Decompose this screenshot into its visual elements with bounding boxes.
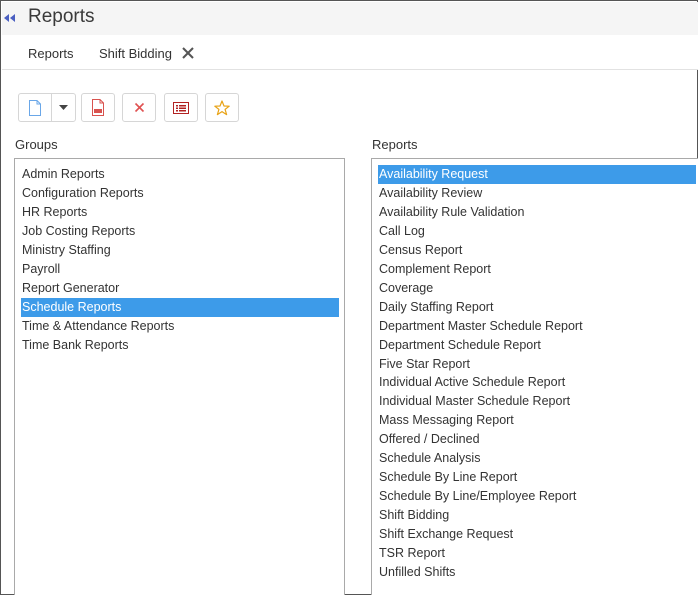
page-title: Reports [28, 6, 95, 27]
group-list-item[interactable]: Job Costing Reports [21, 222, 339, 241]
report-list-item[interactable]: Shift Exchange Request [378, 525, 696, 544]
report-list-item[interactable]: Schedule By Line Report [378, 468, 696, 487]
group-list-item[interactable]: Report Generator [21, 279, 339, 298]
report-list-item[interactable]: Shift Bidding [378, 506, 696, 525]
group-list-item[interactable]: Schedule Reports [21, 297, 339, 317]
reports-list[interactable]: Availability Request Availability Review A… [371, 158, 698, 595]
group-list-item[interactable]: HR Reports [21, 203, 339, 222]
report-list-item[interactable]: Census Report [378, 241, 696, 260]
double-chevron-left-icon[interactable] [3, 11, 17, 25]
report-list-item[interactable]: Offered / Declined [378, 430, 696, 449]
tab-reports[interactable]: Reports [28, 46, 74, 61]
report-list-item[interactable]: Mass Messaging Report [378, 411, 696, 430]
report-list-item[interactable]: Unfilled Shifts [378, 563, 696, 582]
title-bar: Reports [2, 2, 698, 35]
group-list-item[interactable]: Configuration Reports [21, 184, 339, 203]
export-pdf-button[interactable] [81, 93, 115, 122]
report-list-item[interactable]: Availability Review [378, 184, 696, 203]
report-list-item[interactable]: Availability Rule Validation [378, 203, 696, 222]
new-report-dropdown-button[interactable] [52, 94, 75, 121]
group-list-item[interactable]: Time & Attendance Reports [21, 317, 339, 336]
new-document-icon [29, 99, 41, 116]
reports-label: Reports [372, 137, 418, 152]
list-view-button[interactable] [164, 93, 198, 122]
delete-button[interactable] [122, 93, 156, 122]
pdf-icon [92, 99, 104, 116]
dropdown-caret-icon [59, 105, 68, 110]
new-report-button[interactable] [19, 94, 52, 121]
group-list-item[interactable]: Ministry Staffing [21, 241, 339, 260]
report-list-item[interactable]: Daily Staffing Report [378, 298, 696, 317]
groups-label: Groups [15, 137, 58, 152]
groups-list[interactable]: Admin Reports Configuration Reports HR Rep… [14, 158, 345, 595]
report-list-item[interactable]: Five Star Report [378, 355, 696, 374]
report-list-item[interactable]: Department Schedule Report [378, 336, 696, 355]
group-list-item[interactable]: Admin Reports [21, 165, 339, 184]
new-report-split-button [18, 93, 76, 122]
favorite-button[interactable] [205, 93, 239, 122]
report-list-item[interactable]: Availability Request [378, 165, 696, 184]
delete-icon [134, 102, 144, 113]
group-list-item[interactable]: Time Bank Reports [21, 336, 339, 355]
close-icon[interactable] [180, 45, 196, 61]
report-list-item[interactable]: Schedule Analysis [378, 449, 696, 468]
group-list-item[interactable]: Payroll [21, 260, 339, 279]
tab-bar: Reports Shift Bidding [2, 35, 698, 70]
favorite-star-icon [214, 99, 230, 115]
report-list-item[interactable]: Call Log [378, 222, 696, 241]
report-list-item[interactable]: TSR Report [378, 544, 696, 563]
report-list-item[interactable]: Coverage [378, 279, 696, 298]
report-list-item[interactable]: Complement Report [378, 260, 696, 279]
report-list-item[interactable]: Schedule By Line/Employee Report [378, 487, 696, 506]
report-list-item[interactable]: Individual Master Schedule Report [378, 392, 696, 411]
report-list-item[interactable]: Individual Active Schedule Report [378, 373, 696, 392]
app-frame: Reports Reports Shift Bidding Groups Rep… [0, 0, 698, 595]
report-list-item[interactable]: Department Master Schedule Report [378, 317, 696, 336]
list-icon [173, 101, 189, 114]
tab-shift-bidding[interactable]: Shift Bidding [99, 46, 172, 61]
